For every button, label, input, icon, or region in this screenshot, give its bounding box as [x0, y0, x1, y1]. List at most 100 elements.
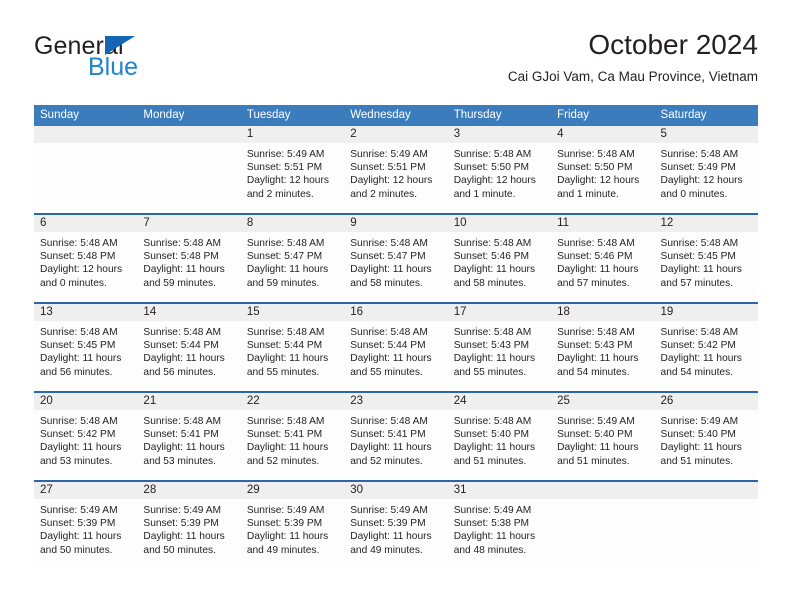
general-blue-logo[interactable]: General Blue: [34, 34, 264, 94]
daylight-text: Daylight: 12 hours: [660, 175, 743, 187]
calendar-day-cell[interactable]: 17 Sunrise: 5:48 AM Sunset: 5:43 PM Dayligh…: [447, 304, 552, 391]
day-details: Sunrise: 5:48 AM Sunset: 5:42 PM Daylight:…: [34, 410, 137, 468]
daylight-text-cont: and 58 minutes.: [350, 277, 423, 289]
day-number-bar: 22: [240, 393, 345, 410]
day-details: Sunrise: 5:48 AM Sunset: 5:41 PM Daylight:…: [344, 410, 447, 468]
calendar-day-cell[interactable]: 29 Sunrise: 5:49 AM Sunset: 5:39 PM Dayligh…: [240, 482, 345, 569]
calendar-day-cell[interactable]: 22 Sunrise: 5:48 AM Sunset: 5:41 PM Dayligh…: [240, 393, 345, 480]
sunset-text: Sunset: 5:46 PM: [557, 251, 633, 263]
calendar-day-cell[interactable]: 12 Sunrise: 5:48 AM Sunset: 5:45 PM Dayligh…: [654, 215, 758, 302]
daylight-text: Daylight: 11 hours: [246, 442, 329, 454]
day-number-bar: 26: [654, 393, 758, 410]
sunrise-text: Sunrise: 5:49 AM: [453, 505, 532, 516]
daylight-text: Daylight: 11 hours: [453, 531, 536, 543]
daylight-text-cont: and 59 minutes.: [143, 277, 216, 289]
sunset-text: Sunset: 5:47 PM: [246, 251, 323, 263]
sunrise-text: Sunrise: 5:48 AM: [40, 238, 118, 249]
sunset-text: Sunset: 5:39 PM: [350, 518, 426, 530]
sunrise-text: Sunrise: 5:48 AM: [660, 327, 739, 338]
calendar-day-cell[interactable]: 4 Sunrise: 5:48 AM Sunset: 5:50 PM Daylight…: [551, 126, 655, 213]
calendar-day-cell[interactable]: 24 Sunrise: 5:48 AM Sunset: 5:40 PM Dayligh…: [447, 393, 552, 480]
weekday-saturday: Saturday: [660, 109, 707, 121]
day-details: Sunrise: 5:48 AM Sunset: 5:49 PM Daylight:…: [655, 143, 758, 201]
calendar-day-cell[interactable]: 19 Sunrise: 5:48 AM Sunset: 5:42 PM Dayligh…: [654, 304, 758, 391]
calendar-day-cell-empty: [34, 126, 138, 213]
daylight-text-cont: and 50 minutes.: [143, 544, 216, 556]
calendar-day-cell[interactable]: 31 Sunrise: 5:49 AM Sunset: 5:38 PM Dayligh…: [447, 482, 552, 569]
calendar-day-cell[interactable]: 30 Sunrise: 5:49 AM Sunset: 5:39 PM Dayligh…: [344, 482, 448, 569]
calendar-day-cell[interactable]: 2 Sunrise: 5:49 AM Sunset: 5:51 PM Daylight…: [344, 126, 448, 213]
day-details: Sunrise: 5:49 AM Sunset: 5:39 PM Daylight:…: [137, 499, 240, 557]
daylight-text-cont: and 55 minutes.: [350, 366, 423, 378]
calendar-day-cell[interactable]: 5 Sunrise: 5:48 AM Sunset: 5:49 PM Daylight…: [654, 126, 758, 213]
day-number-bar: 14: [137, 304, 241, 321]
day-details: Sunrise: 5:48 AM Sunset: 5:41 PM Daylight:…: [137, 410, 240, 468]
sunrise-text: Sunrise: 5:48 AM: [143, 238, 222, 249]
sunset-text: Sunset: 5:42 PM: [40, 429, 116, 441]
day-number-bar: 21: [137, 393, 241, 410]
sunset-text: Sunset: 5:42 PM: [660, 340, 736, 352]
daylight-text-cont: and 57 minutes.: [660, 277, 734, 289]
calendar-day-cell[interactable]: 6 Sunrise: 5:48 AM Sunset: 5:48 PM Daylight…: [34, 215, 138, 302]
day-details: Sunrise: 5:48 AM Sunset: 5:43 PM Daylight:…: [551, 321, 654, 379]
daylight-text-cont: and 54 minutes.: [557, 366, 630, 378]
day-details: Sunrise: 5:48 AM Sunset: 5:46 PM Daylight:…: [551, 232, 654, 290]
sunrise-text: Sunrise: 5:48 AM: [246, 416, 325, 427]
calendar-day-cell[interactable]: 13 Sunrise: 5:48 AM Sunset: 5:45 PM Dayligh…: [34, 304, 138, 391]
day-number: 21: [143, 395, 157, 407]
calendar-day-cell[interactable]: 10 Sunrise: 5:48 AM Sunset: 5:46 PM Dayligh…: [447, 215, 552, 302]
sunrise-text: Sunrise: 5:49 AM: [40, 505, 118, 516]
calendar-day-cell[interactable]: 26 Sunrise: 5:49 AM Sunset: 5:40 PM Dayligh…: [654, 393, 758, 480]
calendar-day-cell[interactable]: 1 Sunrise: 5:49 AM Sunset: 5:51 PM Daylight…: [240, 126, 345, 213]
day-number-bar: 30: [344, 482, 448, 499]
day-details: Sunrise: 5:49 AM Sunset: 5:51 PM Daylight:…: [241, 143, 344, 201]
daylight-text: Daylight: 12 hours: [246, 175, 329, 187]
daylight-text-cont: and 55 minutes.: [453, 366, 527, 378]
sunrise-text: Sunrise: 5:49 AM: [246, 149, 325, 160]
calendar-day-cell[interactable]: 25 Sunrise: 5:49 AM Sunset: 5:40 PM Dayligh…: [551, 393, 655, 480]
day-number-bar: 19: [654, 304, 758, 321]
sunrise-text: Sunrise: 5:48 AM: [246, 327, 325, 338]
daylight-text-cont: and 0 minutes.: [660, 188, 728, 200]
sunset-text: Sunset: 5:43 PM: [557, 340, 633, 352]
day-number-bar: 17: [447, 304, 552, 321]
calendar-day-cell[interactable]: 11 Sunrise: 5:48 AM Sunset: 5:46 PM Dayligh…: [551, 215, 655, 302]
sunrise-text: Sunrise: 5:48 AM: [453, 149, 532, 160]
day-details: Sunrise: 5:48 AM Sunset: 5:48 PM Daylight:…: [137, 232, 240, 290]
page-subtitle: Cai GJoi Vam, Ca Mau Province, Vietnam: [507, 68, 758, 84]
daylight-text-cont: and 2 minutes.: [350, 188, 418, 200]
day-number-bar: 9: [344, 215, 448, 232]
calendar-day-cell[interactable]: 28 Sunrise: 5:49 AM Sunset: 5:39 PM Dayligh…: [137, 482, 241, 569]
calendar-day-cell[interactable]: 23 Sunrise: 5:48 AM Sunset: 5:41 PM Dayligh…: [344, 393, 448, 480]
daylight-text-cont: and 53 minutes.: [143, 455, 216, 467]
day-number-bar: 28: [137, 482, 241, 499]
sunset-text: Sunset: 5:50 PM: [557, 162, 633, 174]
calendar-day-cell[interactable]: 18 Sunrise: 5:48 AM Sunset: 5:43 PM Dayligh…: [551, 304, 655, 391]
calendar-day-cell[interactable]: 7 Sunrise: 5:48 AM Sunset: 5:48 PM Daylight…: [137, 215, 241, 302]
day-number: 29: [246, 484, 260, 496]
weekday-tuesday: Tuesday: [246, 109, 291, 121]
daylight-text: Daylight: 11 hours: [143, 442, 225, 454]
calendar-day-cell[interactable]: 8 Sunrise: 5:48 AM Sunset: 5:47 PM Daylight…: [240, 215, 345, 302]
sunrise-text: Sunrise: 5:48 AM: [350, 327, 428, 338]
daylight-text: Daylight: 11 hours: [557, 442, 639, 454]
daylight-text-cont: and 2 minutes.: [246, 188, 314, 200]
day-number-bar: 15: [240, 304, 345, 321]
weekday-thursday: Thursday: [453, 109, 502, 121]
day-details: Sunrise: 5:48 AM Sunset: 5:46 PM Daylight:…: [448, 232, 551, 290]
calendar-day-cell[interactable]: 20 Sunrise: 5:48 AM Sunset: 5:42 PM Dayligh…: [34, 393, 138, 480]
calendar-week-row: 27 Sunrise: 5:49 AM Sunset: 5:39 PM Dayligh…: [34, 480, 758, 569]
calendar-day-cell[interactable]: 9 Sunrise: 5:48 AM Sunset: 5:47 PM Daylight…: [344, 215, 448, 302]
calendar-day-cell[interactable]: 3 Sunrise: 5:48 AM Sunset: 5:50 PM Daylight…: [447, 126, 552, 213]
sunrise-text: Sunrise: 5:49 AM: [143, 505, 222, 516]
calendar-day-cell[interactable]: 16 Sunrise: 5:48 AM Sunset: 5:44 PM Dayligh…: [344, 304, 448, 391]
day-number-bar: 13: [34, 304, 138, 321]
calendar-day-cell[interactable]: 14 Sunrise: 5:48 AM Sunset: 5:44 PM Dayligh…: [137, 304, 241, 391]
daylight-text: Daylight: 11 hours: [40, 353, 122, 365]
calendar-day-cell[interactable]: 27 Sunrise: 5:49 AM Sunset: 5:39 PM Dayligh…: [34, 482, 138, 569]
day-details: Sunrise: 5:49 AM Sunset: 5:40 PM Daylight:…: [551, 410, 654, 468]
calendar-day-cell[interactable]: 21 Sunrise: 5:48 AM Sunset: 5:41 PM Dayligh…: [137, 393, 241, 480]
calendar-day-cell[interactable]: 15 Sunrise: 5:48 AM Sunset: 5:44 PM Dayligh…: [240, 304, 345, 391]
day-details: Sunrise: 5:48 AM Sunset: 5:48 PM Daylight:…: [34, 232, 137, 290]
daylight-text: Daylight: 11 hours: [660, 442, 742, 454]
